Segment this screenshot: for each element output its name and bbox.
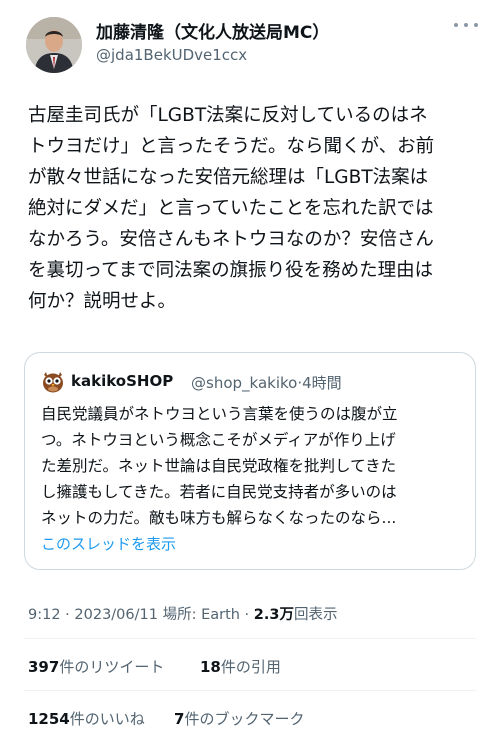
views-count: 2.3万	[253, 607, 294, 623]
likes-label: 件のいいね	[69, 710, 145, 728]
author-handle[interactable]: @jda1BekUDve1ccx	[96, 46, 247, 64]
quoted-author-name[interactable]: kakikoSHOP	[71, 372, 173, 390]
tweet-text: 古屋圭司氏が「LGBT法案に反対しているのはネ トウヨだけ」と言ったそうだ。なら…	[28, 100, 480, 317]
quotes-stat[interactable]: 18件の引用	[200, 656, 281, 677]
quoted-text: 自民党議員がネトウヨという言葉を使うのは腹が立 つ。ネトウヨという概念こそがメデ…	[41, 401, 463, 531]
owl-icon	[41, 369, 65, 393]
tweet-line: を裏切ってまで同法案の旗振り役を務めた理由は	[28, 260, 434, 281]
quotes-label: 件の引用	[220, 658, 281, 676]
bookmarks-stat[interactable]: 7件のブックマーク	[174, 708, 304, 729]
dot	[454, 23, 458, 27]
retweets-stat[interactable]: 397件のリツイート	[28, 656, 164, 677]
quotes-count: 18	[200, 658, 221, 676]
tweet-line: トウヨだけ」と言ったそうだ。なら聞くが、お前	[28, 136, 435, 157]
quoted-line: た差別だ。ネット世論は自民党政権を批判してきた	[41, 457, 397, 475]
quoted-line: つ。ネトウヨという概念こそがメディアが作り上げ	[41, 431, 396, 449]
tweet-line: 絶対にダメだ」と言っていたことを忘れた訳では	[28, 198, 434, 219]
bookmarks-count: 7	[174, 710, 185, 728]
show-thread-link[interactable]: このスレッドを表示	[41, 533, 176, 554]
dot	[464, 23, 468, 27]
divider	[24, 638, 476, 639]
quoted-author-meta[interactable]: @shop_kakiko·4時間	[191, 372, 342, 393]
quoted-line: 自民党議員がネトウヨという言葉を使うのは腹が立	[41, 405, 398, 423]
avatar[interactable]	[26, 17, 82, 73]
tweet-line: 古屋圭司氏が「LGBT法案に反対しているのはネ	[28, 105, 428, 126]
tweet-line: 何か？説明せよ。	[28, 291, 177, 312]
tweet-line: なかろう。安倍さんもネトウヨなのか？安倍さん	[28, 229, 434, 250]
tweet-line: が散々世話になった安倍元総理は「LGBT法案は	[28, 167, 429, 188]
more-options-icon[interactable]	[454, 18, 478, 32]
avatar-photo	[26, 17, 82, 73]
retweets-label: 件のリツイート	[59, 658, 165, 676]
quoted-author-handle: @shop_kakiko	[191, 374, 298, 392]
author-name[interactable]: 加藤清隆（文化人放送局MC）	[96, 18, 329, 43]
quoted-time: ·4時間	[297, 374, 342, 392]
dot	[474, 23, 478, 27]
quoted-tweet[interactable]: kakikoSHOP @shop_kakiko·4時間 自民党議員がネトウヨとい…	[24, 352, 476, 570]
quoted-line: ネットの力だ。敵も味方も解らなくなったのなら...	[41, 509, 397, 527]
likes-count: 1254	[28, 710, 70, 728]
divider	[24, 690, 476, 691]
views-label: 回表示	[293, 607, 338, 623]
likes-stat[interactable]: 1254件のいいね	[28, 708, 145, 729]
tweet-time-date[interactable]: 9:12 · 2023/06/11 場所: Earth ·	[28, 607, 254, 623]
bookmarks-label: 件のブックマーク	[184, 710, 305, 728]
retweets-count: 397	[28, 658, 60, 676]
quoted-line: し擁護もしてきた。若者に自民党支持者が多いのは	[41, 483, 397, 501]
tweet-meta: 9:12 · 2023/06/11 場所: Earth · 2.3万回表示	[28, 603, 337, 624]
